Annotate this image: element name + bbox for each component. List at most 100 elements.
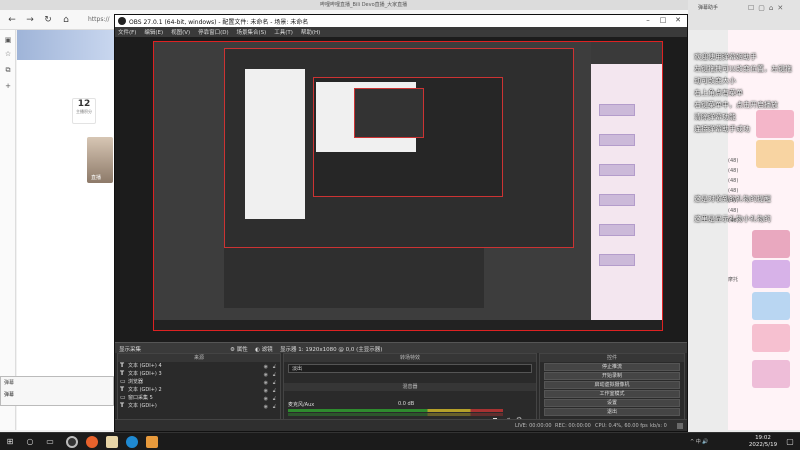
transitions-header: 转场特效 bbox=[284, 354, 536, 362]
mixer-header: 混音器 bbox=[284, 383, 536, 391]
audio-meter bbox=[288, 409, 503, 412]
virtual-camera-button[interactable]: 启动虚拟摄像机 bbox=[544, 381, 680, 389]
sidebar-panel-icon[interactable]: ▣ bbox=[3, 36, 13, 46]
preview-capture[interactable] bbox=[153, 41, 663, 331]
maximize-icon[interactable]: □ bbox=[656, 16, 670, 24]
nested-obs-capture bbox=[354, 88, 424, 138]
text-source-icon: T bbox=[120, 402, 125, 409]
source-toolbar: 显示采集 ⚙ 属性 ◐ 滤镜 显示器 1: 1920x1080 @ 0,0 (主… bbox=[115, 342, 687, 353]
rank-item: (48) bbox=[728, 168, 739, 174]
page-banner bbox=[17, 30, 115, 60]
windows-start-icon[interactable]: ⊞ bbox=[4, 436, 16, 448]
source-item[interactable]: T 文本 (GDI+) ◉ 🔓︎ bbox=[118, 402, 280, 410]
browser-tab-title[interactable]: 哔哩哔哩直播_Bili Devo直播_大家直播 bbox=[320, 1, 407, 8]
transition-value: 淡出 bbox=[292, 366, 303, 372]
nested-gift bbox=[599, 134, 635, 146]
obs-status-bar: LIVE: 00:00:00 REC: 00:00:00 CPU: 0.4%, … bbox=[115, 419, 687, 431]
browser-source-icon: ▭ bbox=[120, 378, 126, 385]
source-item[interactable]: ▭ 窗口采集 5 ◉ 🔓︎ bbox=[118, 394, 280, 402]
source-label: 文本 (GDI+) bbox=[128, 403, 157, 409]
settings-button[interactable]: 设置 bbox=[544, 399, 680, 407]
gift-banner[interactable] bbox=[752, 360, 790, 388]
stats-card[interactable]: 12 主播积分 bbox=[72, 98, 96, 124]
transition-select[interactable]: 淡出 ⚙ bbox=[288, 364, 547, 373]
source-label: 浏览器 bbox=[128, 379, 144, 385]
menu-scene-collection[interactable]: 场景集合(S) bbox=[234, 27, 270, 37]
firefox-icon[interactable] bbox=[86, 436, 98, 448]
gift-banner[interactable] bbox=[752, 260, 790, 288]
gift-banner[interactable] bbox=[752, 324, 790, 352]
window-source-icon: ▭ bbox=[120, 394, 126, 401]
text-source-icon: T bbox=[120, 370, 125, 377]
obs-window-title: OBS 27.0.1 (64-bit, windows) - 配置文件: 未命名… bbox=[129, 19, 309, 26]
system-tray[interactable]: ^ 中 🔊 bbox=[690, 438, 709, 445]
properties-button[interactable]: ⚙ 属性 bbox=[230, 345, 248, 353]
clock[interactable]: 19:02 2022/5/19 bbox=[745, 435, 781, 449]
stream-thumbnail[interactable]: 直播 bbox=[87, 137, 113, 183]
obs-logo-icon bbox=[118, 17, 126, 25]
filters-button[interactable]: ◐ 滤镜 bbox=[255, 345, 273, 353]
danmaku-message: 这里是显示礼物小礼物的 bbox=[694, 215, 771, 223]
lock-icon[interactable]: 🔓︎ bbox=[273, 403, 276, 411]
windows-taskbar: ⊞ ○ ▭ ^ 中 🔊 19:02 2022/5/19 ▢ bbox=[0, 432, 800, 450]
source-item[interactable]: T 文本 (GDI+) 4 ◉ 🔓︎ bbox=[118, 362, 280, 370]
source-label: 窗口采集 5 bbox=[128, 395, 153, 401]
menu-tools[interactable]: 工具(T) bbox=[271, 27, 296, 37]
exit-button[interactable]: 退出 bbox=[544, 408, 680, 416]
gift-banner[interactable] bbox=[752, 292, 790, 320]
obs-titlebar: OBS 27.0.1 (64-bit, windows) - 配置文件: 未命名… bbox=[115, 15, 687, 27]
gift-banner[interactable] bbox=[752, 230, 790, 258]
favorites-icon[interactable]: ☆ bbox=[3, 50, 13, 60]
close-icon[interactable]: ✕ bbox=[671, 16, 685, 24]
reload-icon[interactable]: ↻ bbox=[42, 14, 54, 26]
danmaku-message: 清除弹幕功能 bbox=[694, 113, 736, 121]
obs-preview[interactable] bbox=[115, 37, 687, 342]
add-icon[interactable]: + bbox=[3, 82, 13, 92]
search-icon[interactable]: ○ bbox=[24, 436, 36, 448]
audio-meter bbox=[288, 413, 503, 416]
studio-mode-button[interactable]: 工作室模式 bbox=[544, 390, 680, 398]
gift-banner[interactable] bbox=[756, 110, 794, 138]
browser-side-rail: ▣ ☆ ⧉ + bbox=[0, 30, 16, 430]
source-item[interactable]: T 文本 (GDI+) 3 ◉ 🔓︎ bbox=[118, 370, 280, 378]
eye-icon[interactable]: ◉ bbox=[264, 403, 268, 411]
collections-icon[interactable]: ⧉ bbox=[3, 66, 13, 76]
obs-taskbar-icon[interactable] bbox=[66, 436, 78, 448]
danmaku-mini-window[interactable]: 弹幕 弹幕 bbox=[0, 376, 114, 406]
clock-time: 19:02 bbox=[755, 435, 771, 441]
stop-streaming-button[interactable]: 停止推流 bbox=[544, 363, 680, 371]
edge-icon[interactable] bbox=[126, 436, 138, 448]
forward-icon[interactable]: → bbox=[24, 14, 36, 26]
home-icon[interactable]: ⌂ bbox=[60, 14, 72, 26]
menu-file[interactable]: 文件(F) bbox=[115, 27, 139, 37]
start-recording-button[interactable]: 开始录制 bbox=[544, 372, 680, 380]
live-timer: LIVE: 00:00:00 bbox=[515, 423, 552, 429]
stats-card-number: 12 bbox=[77, 99, 91, 109]
mixer-track-name: 麦克风/Aux bbox=[288, 402, 315, 408]
nested-obs-capture bbox=[313, 77, 503, 197]
menu-edit[interactable]: 编辑(E) bbox=[141, 27, 166, 37]
nested-gift bbox=[599, 104, 635, 116]
selected-source-label: 显示采集 bbox=[119, 347, 142, 353]
source-item[interactable]: ▭ 浏览器 ◉ 🔓︎ bbox=[118, 378, 280, 386]
stream-health-indicator bbox=[677, 423, 683, 429]
nested-gift bbox=[599, 194, 635, 206]
thumbnail-label: 直播 bbox=[91, 175, 102, 181]
source-item[interactable]: T 文本 (GDI+) 2 ◉ 🔓︎ bbox=[118, 386, 280, 394]
display-select[interactable]: 显示器 1: 1920x1080 @ 0,0 (主显示器) bbox=[280, 345, 382, 353]
rec-timer: REC: 00:00:00 bbox=[555, 423, 591, 429]
danmaku-message: 右上角点有菜单 bbox=[694, 89, 743, 97]
file-explorer-icon[interactable] bbox=[106, 436, 118, 448]
back-icon[interactable]: ← bbox=[6, 14, 18, 26]
page-content bbox=[17, 30, 115, 430]
notification-icon[interactable]: ▢ bbox=[784, 436, 796, 448]
menu-view[interactable]: 视图(V) bbox=[168, 27, 193, 37]
menu-docks[interactable]: 停靠窗口(D) bbox=[195, 27, 232, 37]
danmaku-message: 右键菜单中，点击开启播放 bbox=[694, 101, 778, 109]
minimize-icon[interactable]: – bbox=[641, 16, 655, 24]
task-view-icon[interactable]: ▭ bbox=[44, 436, 56, 448]
menu-help[interactable]: 帮助(H) bbox=[298, 27, 323, 37]
danmaku-tool-icons[interactable]: ☐▢⌂✕ bbox=[748, 4, 787, 12]
source-label: 文本 (GDI+) 4 bbox=[128, 363, 162, 369]
app-icon[interactable] bbox=[146, 436, 158, 448]
